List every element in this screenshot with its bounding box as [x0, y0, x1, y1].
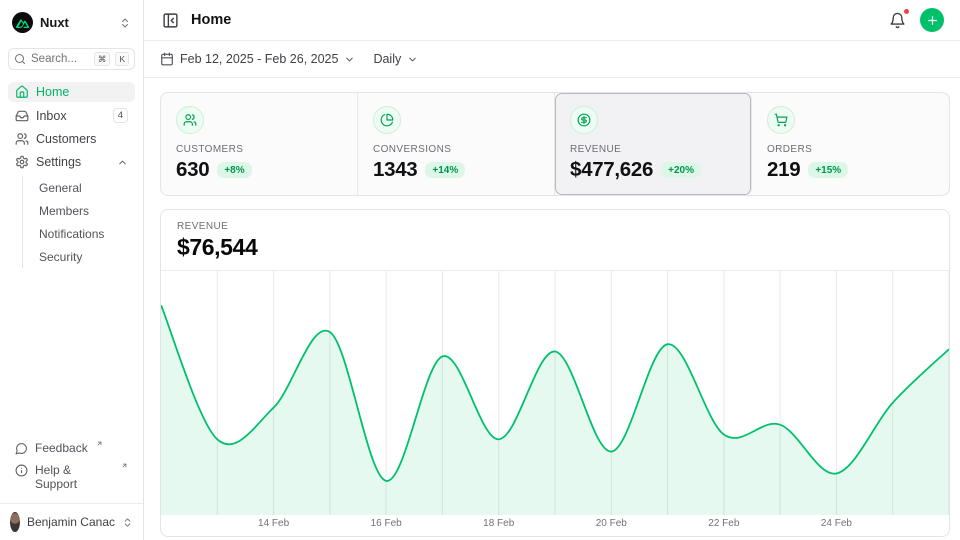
x-axis-tick-label: 20 Feb	[596, 518, 627, 529]
sidebar-item-label: Inbox	[36, 109, 67, 123]
stat-card-revenue[interactable]: REVENUE $477,626 +20%	[555, 93, 752, 195]
main-area: Home Feb 12, 2025 - Feb 26, 2025 Daily	[144, 0, 960, 540]
stat-card-customers[interactable]: CUSTOMERS 630 +8%	[161, 93, 358, 195]
shopping-cart-icon	[767, 106, 795, 134]
page-title: Home	[191, 12, 231, 28]
notification-dot	[903, 8, 910, 15]
x-axis-tick-label: 14 Feb	[258, 518, 289, 529]
sidebar-item-notifications[interactable]: Notifications	[23, 222, 135, 245]
stat-value: 1343	[373, 158, 417, 182]
help-support-link[interactable]: Help & Support	[8, 460, 135, 494]
x-axis-tick-label: 18 Feb	[483, 518, 514, 529]
calendar-icon	[160, 52, 174, 66]
info-icon	[15, 463, 28, 477]
sidebar-item-label: Home	[36, 85, 69, 99]
sidebar: Nuxt Search... ⌘ K Home Inbox 4	[0, 0, 144, 540]
inbox-count-badge: 4	[113, 108, 128, 123]
sidebar-nav: Home Inbox 4 Customers Settings General	[8, 82, 135, 268]
kbd-meta: ⌘	[94, 52, 111, 66]
sidebar-item-home[interactable]: Home	[8, 82, 135, 102]
stat-label: CUSTOMERS	[176, 144, 342, 155]
stat-value: 630	[176, 158, 209, 182]
sidebar-item-general[interactable]: General	[23, 176, 135, 199]
stat-label: CONVERSIONS	[373, 144, 539, 155]
content: CUSTOMERS 630 +8% CONVERSIONS 1343 +14%	[144, 78, 960, 540]
app-root: Nuxt Search... ⌘ K Home Inbox 4	[0, 0, 960, 540]
revenue-chart-axis: 14 Feb 16 Feb 18 Feb 20 Feb 22 Feb 24 Feb	[161, 515, 949, 536]
stat-label: REVENUE	[570, 144, 736, 155]
nuxt-logo-icon	[12, 12, 33, 33]
stat-card-conversions[interactable]: CONVERSIONS 1343 +14%	[358, 93, 555, 195]
chevron-down-icon	[344, 54, 355, 65]
message-circle-icon	[15, 441, 28, 455]
avatar	[10, 512, 20, 532]
home-icon	[15, 85, 29, 99]
external-link-icon	[96, 439, 103, 447]
filters-toolbar: Feb 12, 2025 - Feb 26, 2025 Daily	[144, 41, 960, 78]
pie-chart-icon	[373, 106, 401, 134]
search-input[interactable]: Search... ⌘ K	[8, 48, 135, 70]
x-axis-tick-label: 16 Feb	[371, 518, 402, 529]
notifications-button[interactable]	[887, 10, 908, 31]
collapse-sidebar-button[interactable]	[160, 10, 181, 31]
users-icon	[176, 106, 204, 134]
plus-icon	[926, 14, 939, 27]
stat-value: $477,626	[570, 158, 653, 182]
gear-icon	[15, 155, 29, 169]
chevrons-up-down-icon	[122, 517, 133, 528]
chevron-down-icon	[407, 54, 418, 65]
stat-delta-badge: +15%	[808, 162, 848, 178]
stat-delta-badge: +14%	[425, 162, 465, 178]
chevrons-up-down-icon	[119, 17, 131, 29]
kbd-k: K	[115, 52, 129, 66]
chevron-up-icon	[117, 157, 128, 168]
sidebar-item-customers[interactable]: Customers	[8, 129, 135, 149]
sidebar-footer: Feedback Help & Support Benjamin Canac	[8, 438, 135, 540]
date-range-label: Feb 12, 2025 - Feb 26, 2025	[180, 52, 338, 66]
user-menu[interactable]: Benjamin Canac	[0, 503, 143, 540]
sidebar-item-label: Settings	[36, 155, 81, 169]
topbar-actions	[887, 8, 944, 32]
chart-metric-label: REVENUE	[177, 221, 933, 232]
granularity-select[interactable]: Daily	[373, 52, 418, 66]
date-range-picker[interactable]: Feb 12, 2025 - Feb 26, 2025	[160, 52, 355, 66]
x-axis-tick-label: 22 Feb	[708, 518, 739, 529]
users-icon	[15, 132, 29, 146]
sidebar-item-label: Customers	[36, 132, 96, 146]
panel-left-close-icon	[162, 12, 179, 29]
feedback-link[interactable]: Feedback	[8, 438, 135, 458]
help-support-label: Help & Support	[35, 463, 113, 491]
settings-subnav: General Members Notifications Security	[22, 176, 135, 268]
stat-label: ORDERS	[767, 144, 934, 155]
stats-row: CUSTOMERS 630 +8% CONVERSIONS 1343 +14%	[160, 92, 950, 196]
topbar: Home	[144, 0, 960, 41]
stat-delta-badge: +8%	[217, 162, 251, 178]
chart-metric-value: $76,544	[177, 234, 933, 261]
granularity-label: Daily	[373, 52, 401, 66]
stat-card-orders[interactable]: ORDERS 219 +15%	[752, 93, 949, 195]
sidebar-item-security[interactable]: Security	[23, 245, 135, 268]
external-link-icon	[121, 461, 128, 469]
search-icon	[14, 53, 26, 65]
feedback-label: Feedback	[35, 441, 88, 455]
add-button[interactable]	[920, 8, 944, 32]
x-axis-tick-label: 24 Feb	[821, 518, 852, 529]
stat-delta-badge: +20%	[661, 162, 701, 178]
user-name: Benjamin Canac	[27, 515, 115, 529]
workspace-name: Nuxt	[40, 15, 112, 30]
revenue-chart-card: REVENUE $76,544 14 Feb 16 Feb 18 Feb 20 Feb…	[160, 209, 950, 537]
circle-dollar-icon	[570, 106, 598, 134]
sidebar-item-settings[interactable]: Settings	[8, 152, 135, 172]
stat-value: 219	[767, 158, 800, 182]
inbox-icon	[15, 109, 29, 123]
sidebar-item-members[interactable]: Members	[23, 199, 135, 222]
search-placeholder: Search...	[31, 53, 89, 65]
revenue-chart-plot[interactable]	[161, 271, 949, 515]
chart-header: REVENUE $76,544	[161, 210, 949, 271]
workspace-switcher[interactable]: Nuxt	[8, 12, 135, 33]
sidebar-item-inbox[interactable]: Inbox 4	[8, 105, 135, 126]
